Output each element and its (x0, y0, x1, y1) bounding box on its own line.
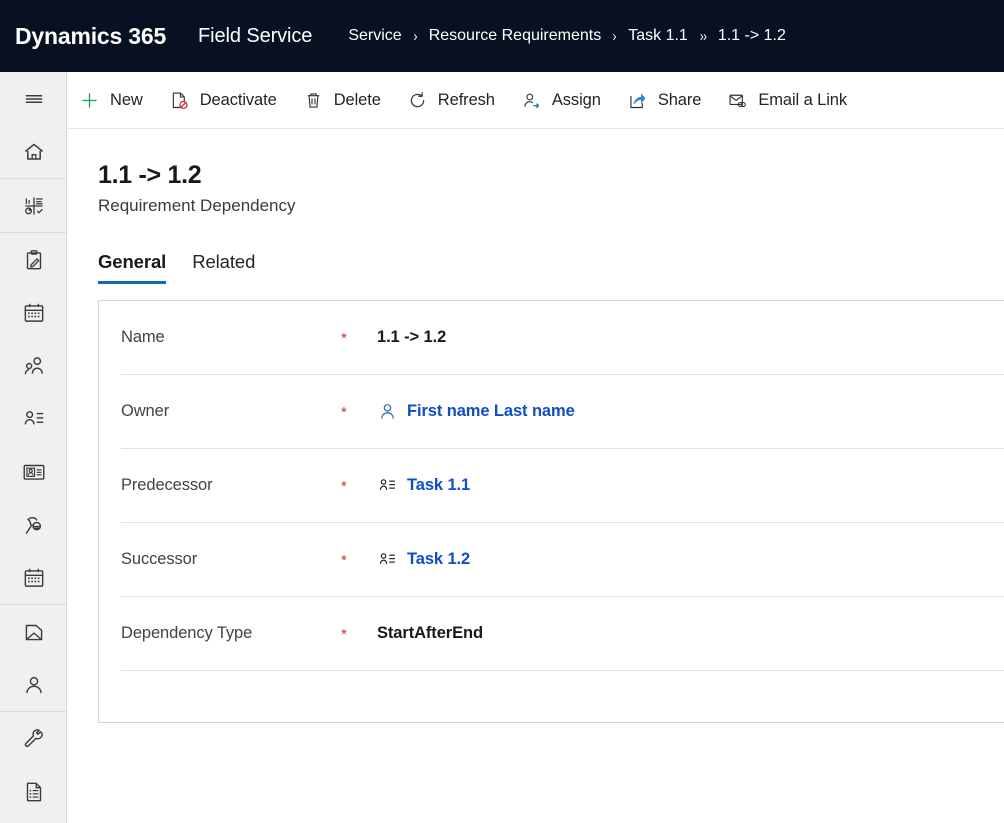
form-tab-strip: General Related (98, 240, 1004, 284)
resource-card-icon[interactable] (0, 445, 67, 498)
field-label-successor: Successor (121, 550, 198, 568)
dashboard-icon (24, 196, 43, 215)
calendar-icon (24, 568, 43, 587)
general-tab-form-card: Name * 1.1 -> 1.2 Owner * First name Las… (98, 300, 1004, 723)
assign-icon (524, 93, 539, 108)
assign-button[interactable]: Assign (510, 80, 612, 120)
people-icon (24, 356, 43, 374)
person-icon (25, 676, 42, 693)
document-list-icon (26, 782, 41, 801)
chevron-right-icon: › (413, 27, 418, 45)
breadcrumb-item-task[interactable]: Task 1.1 (628, 27, 688, 45)
assign-button-label: Assign (551, 90, 601, 109)
form-row-predecessor: Predecessor * Task 1.1 (121, 449, 1004, 523)
required-indicator: * (341, 404, 347, 421)
resource-requirement-icon (379, 553, 395, 564)
form-row-name: Name * 1.1 -> 1.2 (121, 301, 1004, 375)
breadcrumb-item-service[interactable]: Service (348, 27, 401, 45)
dashboards-icon[interactable] (0, 179, 67, 232)
delete-button[interactable]: Delete (292, 80, 392, 120)
refresh-icon (410, 91, 425, 107)
reports-icon[interactable] (0, 765, 67, 818)
deactivate-icon (172, 91, 188, 109)
field-label-owner: Owner (121, 402, 170, 420)
form-row-successor: Successor * Task 1.2 (121, 523, 1004, 597)
plus-icon (82, 92, 97, 108)
accounts-icon[interactable] (0, 339, 67, 392)
required-indicator: * (341, 552, 347, 569)
folder-icon (25, 624, 42, 640)
wrench-icon (24, 728, 43, 747)
delete-button-label: Delete (333, 90, 381, 109)
bookings-icon[interactable] (0, 551, 67, 604)
field-label-dependency-type: Dependency Type (121, 624, 253, 642)
refresh-button[interactable]: Refresh (396, 80, 506, 120)
field-value-predecessor-text: Task 1.1 (407, 476, 471, 494)
resource-requirement-icon (379, 479, 395, 490)
required-indicator: * (341, 330, 347, 347)
tab-related[interactable]: Related (192, 251, 255, 284)
email-a-link-button[interactable]: Email a Link (716, 80, 858, 120)
cases-icon[interactable] (0, 605, 67, 658)
work-orders-icon[interactable] (0, 233, 67, 286)
field-value-successor[interactable]: Task 1.2 (377, 549, 470, 570)
field-value-successor-text: Task 1.2 (407, 550, 471, 568)
hamburger-icon (25, 94, 42, 103)
field-label-name: Name (121, 328, 165, 346)
app-name-label[interactable]: Field Service (198, 25, 312, 48)
person-icon (381, 404, 394, 419)
app-header-bar: Dynamics 365 Field Service Service › Res… (0, 0, 1004, 72)
page-title: 1.1 -> 1.2 (98, 161, 202, 189)
record-form-area: 1.1 -> 1.2 Requirement Dependency Genera… (68, 129, 1004, 823)
share-icon (630, 92, 646, 108)
field-value-name[interactable]: 1.1 -> 1.2 (377, 328, 446, 347)
calendar-icon (24, 303, 43, 322)
trash-icon (307, 92, 319, 108)
required-indicator: * (341, 626, 347, 643)
new-button[interactable]: New (68, 80, 154, 120)
new-button-label: New (110, 90, 143, 109)
home-icon[interactable] (0, 125, 67, 178)
share-button[interactable]: Share (616, 80, 713, 120)
email-link-icon (729, 94, 747, 107)
field-value-dependency-type-text: StartAfterEnd (377, 624, 483, 642)
breadcrumb-item-current: 1.1 -> 1.2 (717, 27, 786, 44)
contacts-icon[interactable] (0, 392, 67, 445)
chevron-right-icon: › (612, 27, 617, 45)
email-a-link-button-label: Email a Link (758, 90, 848, 109)
breadcrumb-item-resource-requirements[interactable]: Resource Requirements (429, 27, 602, 45)
deactivate-button[interactable]: Deactivate (158, 80, 288, 120)
field-value-dependency-type[interactable]: StartAfterEnd (377, 624, 483, 643)
field-value-predecessor[interactable]: Task 1.1 (377, 475, 470, 496)
navigation-rail (0, 72, 67, 823)
form-row-dependency-type: Dependency Type * StartAfterEnd (121, 597, 1004, 671)
home-icon (24, 143, 43, 160)
technician-icon (25, 516, 41, 534)
id-card-icon (23, 464, 44, 480)
deactivate-button-label: Deactivate (199, 90, 277, 109)
field-label-predecessor: Predecessor (121, 476, 213, 494)
refresh-button-label: Refresh (437, 90, 495, 109)
users-icon[interactable] (0, 658, 67, 711)
form-row-empty (121, 671, 1004, 745)
field-value-owner[interactable]: First name Last name (377, 401, 575, 422)
field-value-owner-text: First name Last name (407, 402, 575, 420)
clipboard-edit-icon (26, 249, 41, 269)
field-value-name-text: 1.1 -> 1.2 (377, 328, 447, 346)
share-button-label: Share (657, 90, 702, 109)
tab-general[interactable]: General (98, 251, 167, 284)
settings-tools-icon[interactable] (0, 712, 67, 765)
required-indicator: * (341, 478, 347, 495)
chevron-double-right-icon: ›› (699, 27, 707, 45)
contact-list-icon (24, 410, 43, 424)
form-row-owner: Owner * First name Last name (121, 375, 1004, 449)
site-map-menu-icon[interactable] (0, 72, 67, 125)
command-bar: New Deactivate Delete Refresh Assign Sha… (68, 72, 1004, 129)
entity-type-label: Requirement Dependency (98, 196, 296, 215)
breadcrumb: Service › Resource Requirements › Task 1… (348, 27, 786, 45)
dynamics-brand-label[interactable]: Dynamics 365 (15, 23, 166, 50)
field-technician-icon[interactable] (0, 498, 67, 551)
schedule-board-icon[interactable] (0, 286, 67, 339)
